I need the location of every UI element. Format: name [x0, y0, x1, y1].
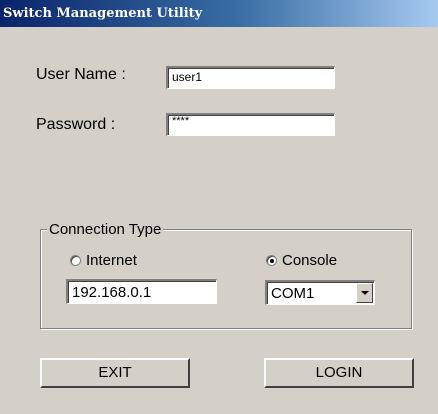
username-label: User Name : — [36, 66, 126, 83]
password-label: Password : — [36, 116, 116, 133]
console-radio-icon — [266, 255, 277, 266]
username-field[interactable]: user1 — [166, 66, 335, 89]
internet-radio-label: Internet — [86, 252, 137, 269]
internet-radio[interactable]: Internet — [70, 252, 137, 269]
console-radio-label: Console — [282, 252, 338, 269]
com-port-value: COM1 — [271, 285, 315, 302]
internet-radio-icon — [70, 255, 81, 266]
password-field[interactable]: **** — [166, 113, 335, 136]
console-radio[interactable]: Console — [266, 252, 337, 269]
exit-button[interactable]: EXIT — [40, 358, 190, 388]
com-port-select[interactable]: COM1 — [265, 280, 375, 305]
login-button[interactable]: LOGIN — [264, 358, 414, 388]
chevron-down-icon[interactable] — [356, 283, 373, 303]
ip-address-field[interactable]: 192.168.0.1 — [66, 279, 217, 304]
title-bar: Switch Management Utility — [0, 0, 438, 27]
login-window: Switch Management Utility User Name : us… — [0, 0, 438, 414]
connection-type-label: Connection Type — [47, 221, 164, 238]
